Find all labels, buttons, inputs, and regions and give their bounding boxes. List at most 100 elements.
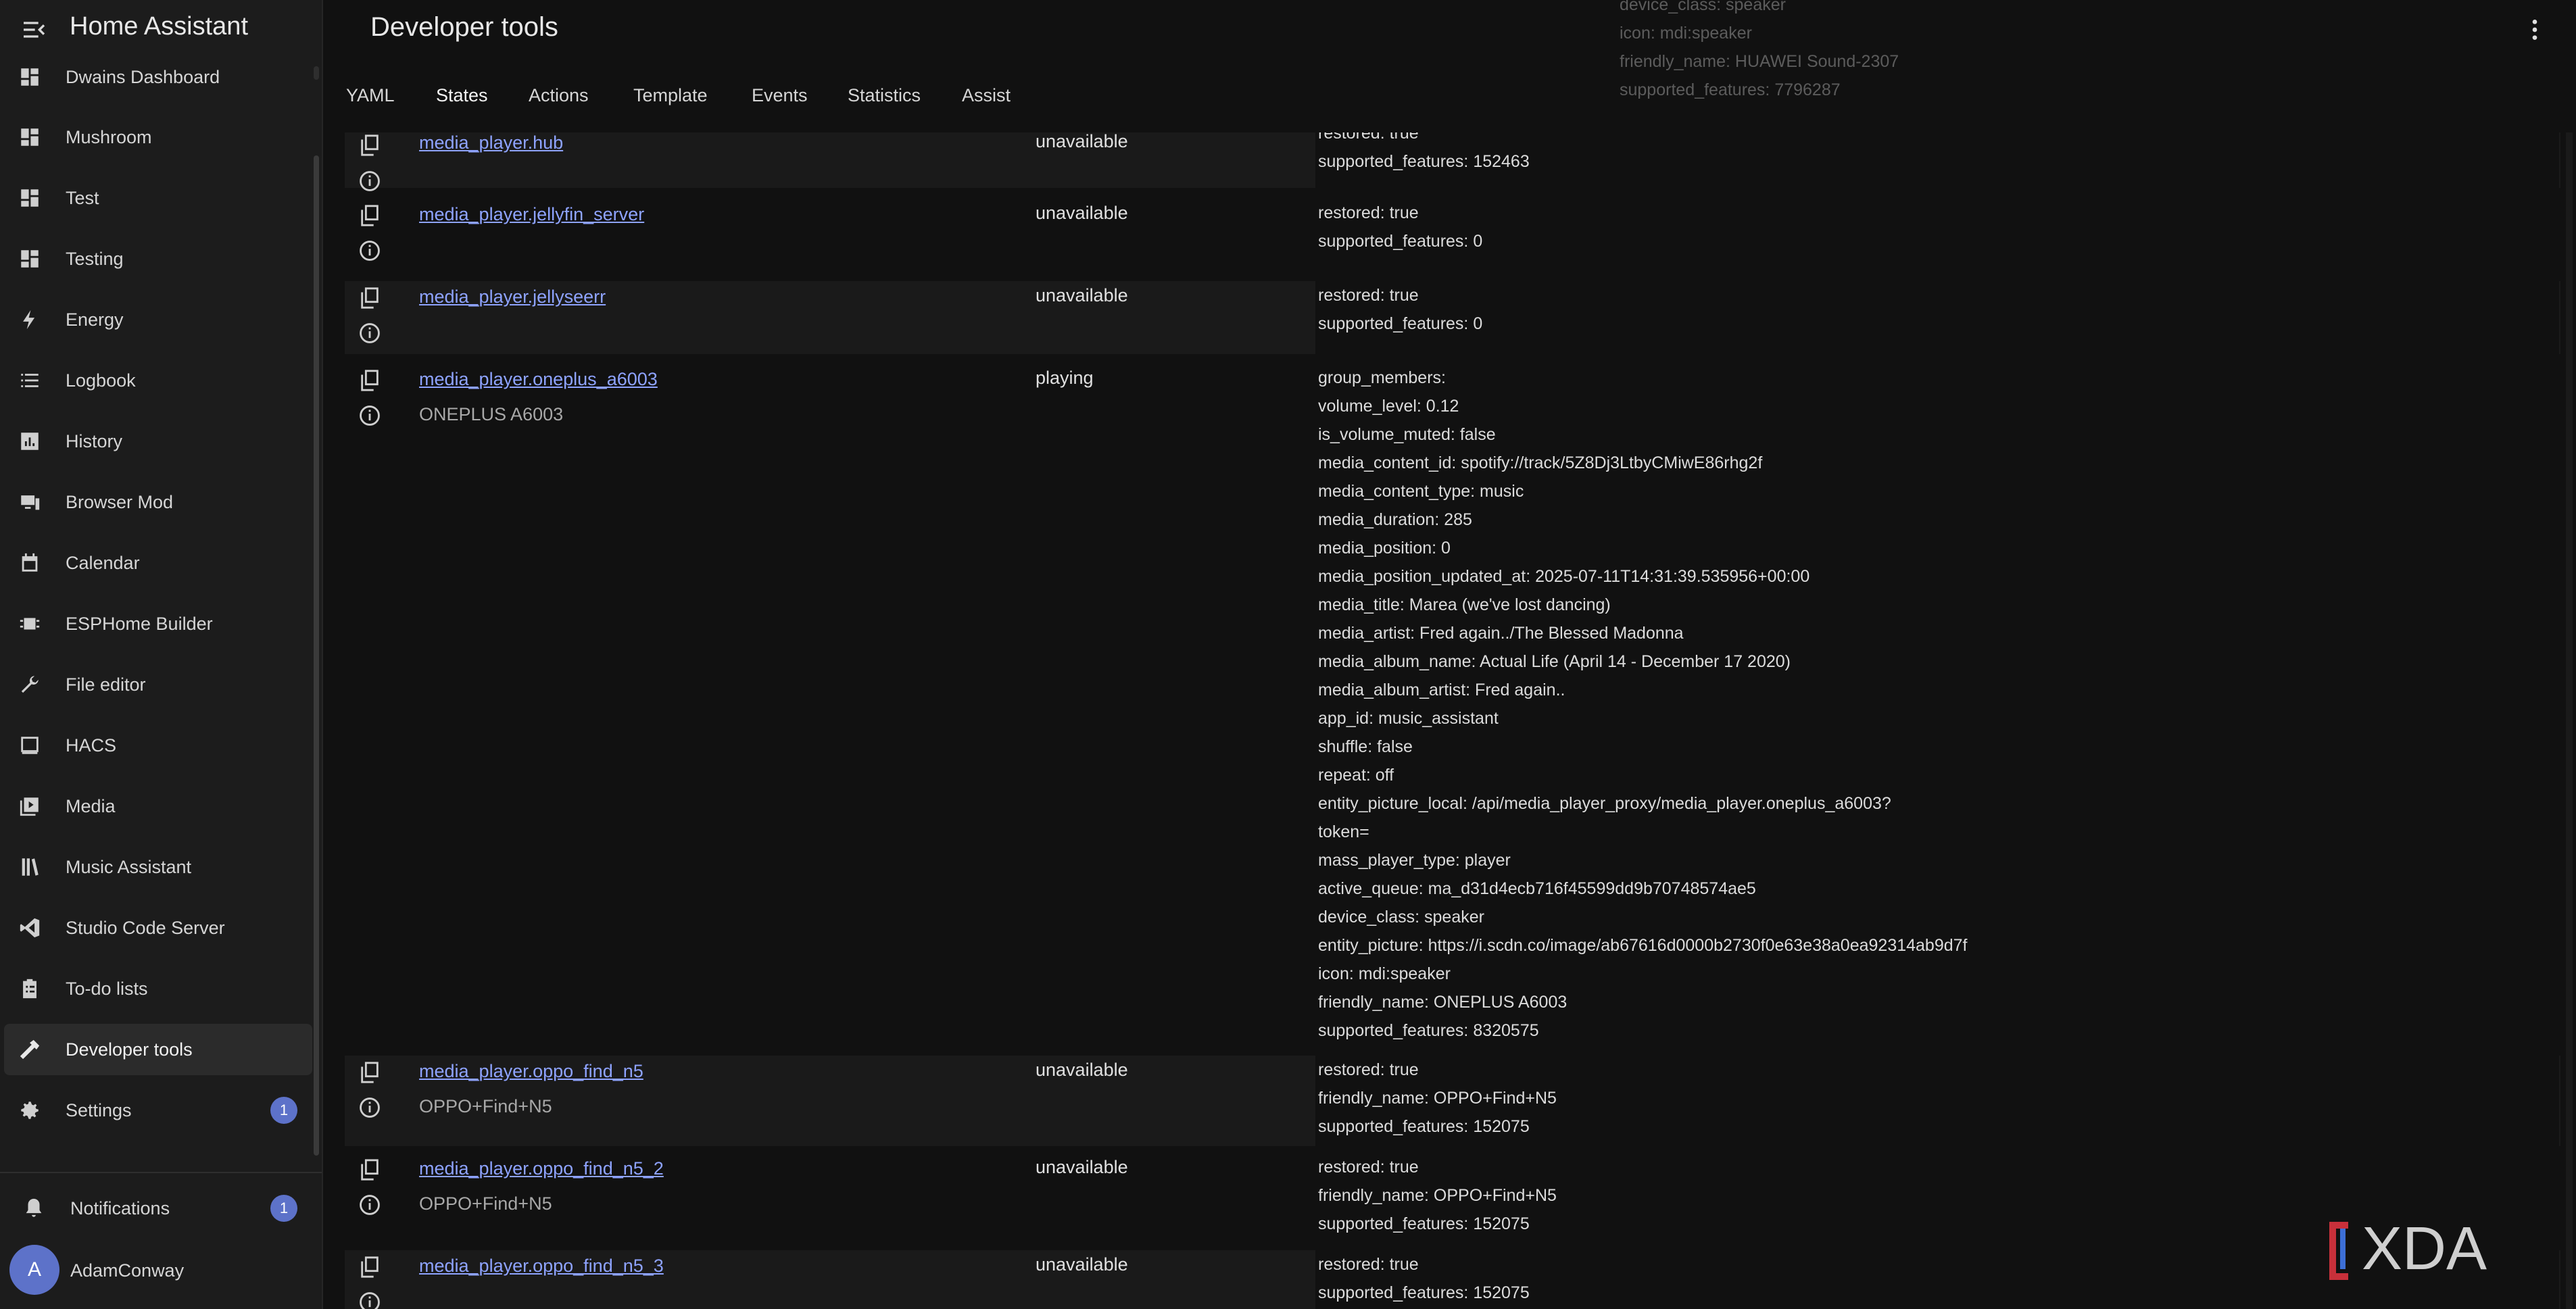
table-row: media_player.oppo_find_n5_2 OPPO+Find+N5…: [345, 1153, 2560, 1243]
clipboard-list-icon: [16, 975, 43, 1002]
tab-actions[interactable]: Actions: [529, 85, 589, 106]
copy-icon[interactable]: [358, 369, 381, 392]
entity-link[interactable]: media_player.jellyfin_server: [419, 204, 644, 225]
entity-link[interactable]: media_player.hub: [419, 132, 563, 153]
info-icon[interactable]: [358, 239, 381, 262]
dashboard-icon: [16, 64, 43, 91]
copy-icon[interactable]: [358, 1158, 381, 1181]
attribute-line: restored: true: [1318, 1060, 1419, 1079]
sidebar-item-label: Calendar: [66, 552, 140, 573]
attribute-line: is_volume_muted: false: [1318, 425, 1496, 444]
sidebar-item-label: Media: [66, 795, 116, 816]
copy-icon[interactable]: [358, 204, 381, 227]
attribute-line: supported_features: 152075: [1318, 1117, 1530, 1136]
sidebar-item-logbook[interactable]: Logbook: [0, 355, 312, 406]
sidebar-item-notifications[interactable]: Notifications 1: [0, 1183, 312, 1234]
sidebar-item-testing[interactable]: Testing: [0, 233, 312, 285]
sidebar-item-mushroom[interactable]: Mushroom: [0, 112, 312, 163]
attribute-line: shuffle: false: [1318, 737, 1413, 756]
attribute-line: friendly_name: OPPO+Find+N5: [1318, 1089, 1557, 1108]
ghost-attr: friendly_name: HUAWEI Sound-2307: [1620, 52, 1899, 71]
chip-icon: [16, 610, 43, 637]
overflow-menu-icon[interactable]: [2521, 16, 2548, 43]
table-row: media_player.hub unavailable restored: t…: [345, 132, 2560, 191]
info-icon[interactable]: [358, 322, 381, 345]
entity-state: unavailable: [1036, 1060, 1128, 1080]
entity-link[interactable]: media_player.oppo_find_n5: [419, 1061, 643, 1082]
hammer-icon: [16, 1036, 43, 1063]
sidebar-item-test[interactable]: Test: [0, 172, 312, 224]
attribute-line: app_id: music_assistant: [1318, 709, 1499, 728]
tab-assist[interactable]: Assist: [962, 85, 1011, 106]
sidebar-item-label: Mushroom: [66, 126, 152, 147]
sidebar-item-esphome-builder[interactable]: ESPHome Builder: [0, 598, 312, 649]
entity-friendly-name: ONEPLUS A6003: [419, 404, 564, 424]
sidebar-item-label: Developer tools: [66, 1039, 193, 1060]
attribute-line: supported_features: 0: [1318, 314, 1483, 333]
attribute-line: media_album_artist: Fred again..: [1318, 681, 1565, 699]
sidebar-item-music-assistant[interactable]: Music Assistant: [0, 841, 312, 893]
tab-yaml[interactable]: YAML: [346, 85, 395, 106]
attribute-line: mass_player_type: player: [1318, 851, 1511, 870]
attribute-line: icon: mdi:speaker: [1318, 964, 1451, 983]
sidebar-item-calendar[interactable]: Calendar: [0, 537, 312, 589]
wrench-icon: [16, 671, 43, 698]
entity-attributes: restored: true supported_features: 0: [1315, 199, 2559, 272]
sidebar-item-label: ESPHome Builder: [66, 613, 213, 634]
sidebar-item-developer-tools[interactable]: Developer tools: [4, 1024, 312, 1075]
tab-events[interactable]: Events: [752, 85, 808, 106]
copy-icon[interactable]: [358, 134, 381, 157]
menu-icon[interactable]: [20, 16, 47, 43]
entity-friendly-name: OPPO+Find+N5: [419, 1193, 552, 1214]
copy-icon[interactable]: [358, 1061, 381, 1084]
sidebar-item-studio-code-server[interactable]: Studio Code Server: [0, 902, 312, 954]
sidebar-item-dwains-dashboard[interactable]: Dwains Dashboard: [0, 51, 312, 103]
scrolled-attributes-ghost: device_class: speaker icon: mdi:speaker …: [1620, 0, 1899, 104]
sidebar-item-settings[interactable]: Settings 1: [0, 1085, 312, 1136]
sidebar-scroll-up[interactable]: [314, 66, 319, 80]
copy-icon[interactable]: [358, 1256, 381, 1279]
info-icon[interactable]: [358, 1193, 381, 1216]
attribute-line: active_queue: ma_d31d4ecb716f45599dd9b70…: [1318, 879, 1756, 898]
sidebar-item-user[interactable]: A AdamConway: [0, 1245, 312, 1296]
lightning-bolt-icon: [16, 306, 43, 333]
attribute-line: media_artist: Fred again../The Blessed M…: [1318, 624, 1684, 643]
sidebar-scrollbar[interactable]: [314, 155, 319, 1156]
info-icon[interactable]: [358, 1291, 381, 1309]
ghost-attr: device_class: speaker: [1620, 0, 1786, 14]
copy-icon[interactable]: [358, 287, 381, 310]
sidebar-item-label: Studio Code Server: [66, 917, 225, 938]
sidebar-item-energy[interactable]: Energy: [0, 294, 312, 345]
info-icon[interactable]: [358, 170, 381, 193]
sidebar-item-media[interactable]: Media: [0, 781, 312, 832]
bell-icon: [20, 1195, 47, 1222]
table-row: media_player.oneplus_a6003 ONEPLUS A6003…: [345, 364, 2560, 1049]
main-scrollbar[interactable]: [2566, 132, 2573, 1309]
entity-state: unavailable: [1036, 1157, 1128, 1177]
dashboard-icon: [16, 184, 43, 212]
tab-template[interactable]: Template: [633, 85, 708, 106]
sidebar-item-label: Energy: [66, 309, 124, 330]
entity-link[interactable]: media_player.oppo_find_n5_3: [419, 1256, 664, 1277]
entity-link[interactable]: media_player.jellyseerr: [419, 287, 606, 307]
tab-statistics[interactable]: Statistics: [848, 85, 921, 106]
attribute-line: restored: true: [1318, 286, 1419, 305]
sidebar-item-to-do-lists[interactable]: To-do lists: [0, 963, 312, 1014]
sidebar-item-file-editor[interactable]: File editor: [0, 659, 312, 710]
info-icon[interactable]: [358, 404, 381, 427]
attribute-line: supported_features: 0: [1318, 232, 1483, 251]
attribute-line: group_members:: [1318, 368, 1446, 387]
entity-state: unavailable: [1036, 285, 1128, 305]
sidebar-item-hacs[interactable]: HACS: [0, 720, 312, 771]
tab-states[interactable]: States: [436, 85, 488, 106]
entity-link[interactable]: media_player.oppo_find_n5_2: [419, 1158, 664, 1179]
page-title: Developer tools: [370, 12, 558, 42]
sidebar-item-label: Settings: [66, 1100, 132, 1120]
attribute-line: restored: true: [1318, 132, 1419, 143]
sidebar-item-history[interactable]: History: [0, 416, 312, 467]
attribute-line: token=: [1318, 822, 1369, 841]
cog-icon: [16, 1097, 43, 1124]
sidebar-item-browser-mod[interactable]: Browser Mod: [0, 476, 312, 528]
info-icon[interactable]: [358, 1096, 381, 1119]
entity-link[interactable]: media_player.oneplus_a6003: [419, 369, 658, 390]
